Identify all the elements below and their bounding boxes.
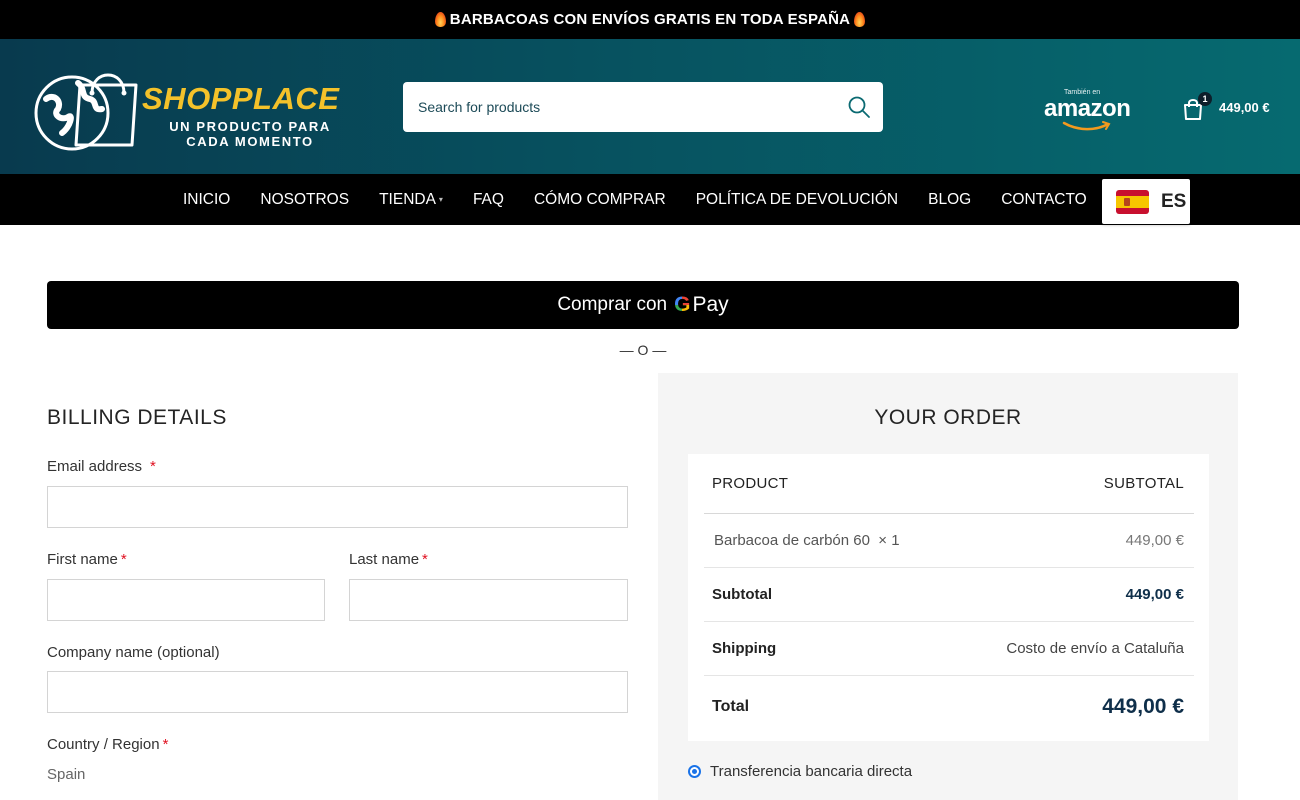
email-field[interactable] xyxy=(48,487,627,527)
order-item-row: Barbacoa de carbón 60 × 1 449,00 € xyxy=(704,514,1194,568)
nav-item-contacto[interactable]: CONTACTO xyxy=(986,191,1102,209)
promo-bar: BARBACOAS CON ENVÍOS GRATIS EN TODA ESPA… xyxy=(0,0,1300,39)
first-name-label: First name * xyxy=(47,551,127,568)
first-name-field-wrap xyxy=(47,579,325,621)
logo-tagline-line-1: UN PRODUCTO PARA xyxy=(169,119,331,134)
last-name-label: Last name * xyxy=(349,551,428,568)
nav-item-tienda[interactable]: TIENDA ▾ xyxy=(364,191,458,209)
company-field[interactable] xyxy=(48,672,627,712)
nav-item-nosotros[interactable]: NOSOTROS xyxy=(245,191,364,209)
first-name-field[interactable] xyxy=(48,580,324,620)
search-input[interactable] xyxy=(403,82,833,132)
amazon-wordmark: amazon xyxy=(1044,95,1131,122)
language-code: ES xyxy=(1161,190,1187,212)
amazon-smile-icon xyxy=(1062,121,1111,131)
nav-item-faq[interactable]: FAQ xyxy=(458,191,519,209)
google-pay-label: Comprar con xyxy=(557,294,668,315)
country-label: Country / Region * xyxy=(47,736,168,753)
logo-wordmark: SHOPPLACE xyxy=(142,81,340,116)
first-name-label-text: First name xyxy=(47,551,118,568)
main-nav: INICIO NOSOTROS TIENDA ▾ FAQ CÓMO COMPRAR… xyxy=(0,174,1300,225)
amazon-badge[interactable]: También en amazon xyxy=(1044,89,1131,131)
or-divider: — O — xyxy=(619,342,667,358)
site-logo[interactable]: SHOPPLACE UN PRODUCTO PARA CADA MOMENTO xyxy=(32,61,372,161)
payment-option-bank-transfer[interactable]: Transferencia bancaria directa xyxy=(688,763,912,780)
email-field-wrap xyxy=(47,486,628,528)
flame-icon xyxy=(434,12,446,27)
column-header-subtotal: SUBTOTAL xyxy=(1103,475,1184,492)
google-pay-button[interactable]: Comprar con G Pay xyxy=(47,281,1239,329)
nav-item-politica-devolucion[interactable]: POLÍTICA DE DEVOLUCIÓN xyxy=(681,191,913,209)
order-total-row: Total 449,00 € xyxy=(704,676,1194,738)
chevron-down-icon: ▾ xyxy=(438,194,443,204)
company-label: Company name (optional) xyxy=(47,644,220,661)
last-name-field-wrap xyxy=(349,579,628,621)
nav-item-como-comprar[interactable]: CÓMO COMPRAR xyxy=(519,191,681,209)
subtotal-value: 449,00 € xyxy=(1125,586,1184,603)
nav-item-tienda-label: TIENDA xyxy=(379,190,436,208)
total-label: Total xyxy=(712,698,750,715)
google-g-icon: G xyxy=(674,293,691,316)
search-icon[interactable] xyxy=(847,95,871,119)
site-header: SHOPPLACE UN PRODUCTO PARA CADA MOMENTO … xyxy=(0,39,1300,174)
column-header-product: PRODUCT xyxy=(712,475,789,492)
radio-selected-icon[interactable] xyxy=(688,765,701,778)
email-label: Email address * xyxy=(47,458,156,475)
required-mark: * xyxy=(162,736,169,753)
email-label-text: Email address xyxy=(47,458,143,475)
google-pay-word: Pay xyxy=(692,293,729,316)
spain-flag-icon xyxy=(1116,189,1149,214)
order-item-name: Barbacoa de carbón 60 × 1 xyxy=(714,532,900,549)
payment-method-label: Transferencia bancaria directa xyxy=(710,763,913,780)
cart-total: 449,00 € xyxy=(1219,100,1270,115)
logo-tagline: UN PRODUCTO PARA CADA MOMENTO xyxy=(160,119,340,149)
country-value[interactable]: Spain xyxy=(47,766,85,783)
required-mark: * xyxy=(422,551,428,568)
promo-text: BARBACOAS CON ENVÍOS GRATIS EN TODA ESPA… xyxy=(449,11,851,28)
globe-bag-icon xyxy=(34,73,138,151)
company-field-wrap xyxy=(47,671,628,713)
flame-icon xyxy=(854,12,866,27)
required-mark: * xyxy=(150,458,156,475)
shipping-label: Shipping xyxy=(712,640,777,657)
total-value: 449,00 € xyxy=(1102,695,1184,718)
subtotal-label: Subtotal xyxy=(712,586,772,603)
order-item-price: 449,00 € xyxy=(1125,532,1184,549)
order-title: YOUR ORDER xyxy=(874,406,1022,429)
order-review-table: PRODUCT SUBTOTAL Barbacoa de carbón 60 ×… xyxy=(688,454,1209,741)
order-subtotal-row: Subtotal 449,00 € xyxy=(704,568,1194,622)
nav-item-inicio[interactable]: INICIO xyxy=(168,191,245,209)
nav-item-blog[interactable]: BLOG xyxy=(913,191,986,209)
last-name-label-text: Last name xyxy=(349,551,420,568)
logo-tagline-line-2: CADA MOMENTO xyxy=(186,134,314,149)
shipping-value: Costo de envío a Cataluña xyxy=(1006,640,1184,657)
language-switcher[interactable]: ES xyxy=(1102,179,1190,224)
country-label-text: Country / Region xyxy=(47,736,160,753)
cart-button[interactable]: 1 449,00 € xyxy=(1182,92,1282,124)
cart-count-badge: 1 xyxy=(1198,92,1212,106)
order-shipping-row: Shipping Costo de envío a Cataluña xyxy=(704,622,1194,676)
billing-title: BILLING DETAILS xyxy=(47,406,227,429)
required-mark: * xyxy=(120,551,127,568)
last-name-field[interactable] xyxy=(350,580,627,620)
search-box xyxy=(403,82,883,132)
order-table-header: PRODUCT SUBTOTAL xyxy=(704,454,1194,514)
